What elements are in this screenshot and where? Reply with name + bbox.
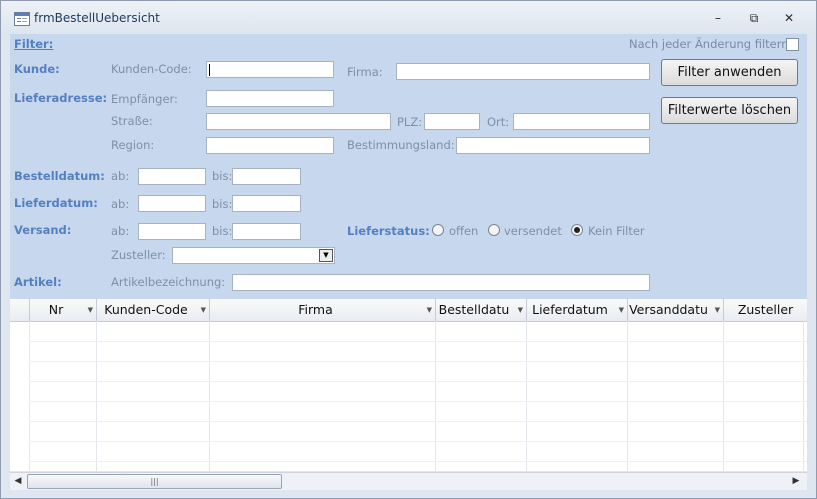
versand-ab-label: ab: xyxy=(111,224,130,238)
scroll-right-icon[interactable]: ▶ xyxy=(789,474,803,488)
window-title: frmBestellUebersicht xyxy=(34,11,160,25)
select-all-corner[interactable] xyxy=(10,299,30,321)
zusteller-label: Zusteller: xyxy=(111,248,166,262)
filter-heading: Filter: xyxy=(14,37,54,51)
versand-bis-label: bis: xyxy=(212,224,233,238)
column-header-firma[interactable]: Firma ▼ xyxy=(210,299,436,321)
column-header-zusteller[interactable]: Zusteller xyxy=(724,299,807,321)
kunden-code-label: Kunden-Code: xyxy=(111,62,192,76)
lieferdatum-ab-input[interactable] xyxy=(138,195,206,212)
sort-arrow-icon[interactable]: ▼ xyxy=(715,299,720,321)
artikelbezeichnung-input[interactable] xyxy=(232,274,650,291)
horizontal-scrollbar[interactable]: ◀ ||| ▶ xyxy=(10,472,807,490)
status-versendet-label: versendet xyxy=(504,224,562,238)
bestelldatum-ab-input[interactable] xyxy=(138,168,206,185)
sort-arrow-icon[interactable]: ▼ xyxy=(518,299,523,321)
lieferdatum-section-label: Lieferdatum: xyxy=(14,196,98,210)
status-offen-label: offen xyxy=(449,224,479,238)
lieferadresse-section-label: Lieferadresse: xyxy=(14,91,108,105)
restore-icon[interactable]: ⧉ xyxy=(742,9,766,27)
status-kein-filter-label: Kein Filter xyxy=(588,224,645,238)
bestelldatum-bis-input[interactable] xyxy=(232,168,301,185)
auto-filter-label: Nach jeder Änderung filtern xyxy=(629,37,789,51)
versand-section-label: Versand: xyxy=(14,223,72,237)
firma-input[interactable] xyxy=(396,63,650,80)
region-label: Region: xyxy=(111,138,155,152)
bestelldatum-section-label: Bestelldatum: xyxy=(14,169,105,183)
region-input[interactable] xyxy=(206,137,334,154)
empfaenger-label: Empfänger: xyxy=(111,92,178,106)
sort-arrow-icon[interactable]: ▼ xyxy=(201,299,206,321)
scroll-thumb[interactable]: ||| xyxy=(27,474,282,489)
form-icon xyxy=(14,12,30,26)
lieferdatum-ab-label: ab: xyxy=(111,197,130,211)
artikelbezeichnung-label: Artikelbezeichnung: xyxy=(111,275,226,289)
lieferstatus-label: Lieferstatus: xyxy=(347,224,430,238)
application-window: frmBestellUebersicht – ⧉ ✕ Filter: Nach … xyxy=(0,0,817,499)
auto-filter-checkbox[interactable] xyxy=(786,38,799,51)
plz-label: PLZ: xyxy=(397,115,423,129)
artikel-section-label: Artikel: xyxy=(14,275,62,289)
sort-arrow-icon[interactable]: ▼ xyxy=(88,299,93,321)
column-header-lieferdatum[interactable]: Lieferdatum ▼ xyxy=(527,299,628,321)
apply-filter-button[interactable]: Filter anwenden xyxy=(661,59,798,86)
lieferdatum-bis-label: bis: xyxy=(212,197,233,211)
title-bar: frmBestellUebersicht – ⧉ ✕ xyxy=(1,1,816,34)
column-header-nr[interactable]: Nr ▼ xyxy=(30,299,97,321)
strasse-input[interactable] xyxy=(206,113,391,130)
sort-arrow-icon[interactable]: ▼ xyxy=(427,299,432,321)
plz-input[interactable] xyxy=(424,113,480,130)
clear-filter-button[interactable]: Filterwerte löschen xyxy=(661,97,798,124)
lieferdatum-bis-input[interactable] xyxy=(232,195,301,212)
ort-label: Ort: xyxy=(487,115,510,129)
close-icon[interactable]: ✕ xyxy=(777,9,801,27)
grid-header: Nr ▼ Kunden-Code ▼ Firma ▼ Bestelldatu ▼ Lie… xyxy=(10,299,807,322)
bestelldatum-bis-label: bis: xyxy=(212,169,233,183)
column-header-bestelldatum[interactable]: Bestelldatu ▼ xyxy=(436,299,527,321)
dropdown-arrow-icon[interactable]: ▼ xyxy=(319,249,333,262)
status-offen-radio[interactable] xyxy=(432,224,444,236)
column-header-kunden-code[interactable]: Kunden-Code ▼ xyxy=(97,299,210,321)
minimize-icon[interactable]: – xyxy=(706,9,730,27)
status-kein-filter-radio[interactable] xyxy=(571,224,583,236)
kunden-code-input[interactable] xyxy=(206,61,334,78)
filter-panel: Filter: Nach jeder Änderung filtern Kund… xyxy=(10,34,807,299)
orders-datasheet: Nr ▼ Kunden-Code ▼ Firma ▼ Bestelldatu ▼ Lie… xyxy=(10,299,807,471)
versand-ab-input[interactable] xyxy=(138,223,206,240)
empfaenger-input[interactable] xyxy=(206,90,334,107)
bestimmungsland-input[interactable] xyxy=(456,137,650,154)
kunde-section-label: Kunde: xyxy=(14,62,60,76)
column-header-versanddatum[interactable]: Versanddatu ▼ xyxy=(628,299,724,321)
bestelldatum-ab-label: ab: xyxy=(111,169,130,183)
bestimmungsland-label: Bestimmungsland: xyxy=(347,138,455,152)
sort-arrow-icon[interactable]: ▼ xyxy=(619,299,624,321)
status-versendet-radio[interactable] xyxy=(488,224,500,236)
firma-label: Firma: xyxy=(347,65,383,79)
scroll-left-icon[interactable]: ◀ xyxy=(11,474,25,488)
ort-input[interactable] xyxy=(513,113,650,130)
zusteller-select[interactable]: ▼ xyxy=(172,247,335,264)
strasse-label: Straße: xyxy=(111,114,153,128)
versand-bis-input[interactable] xyxy=(232,223,301,240)
